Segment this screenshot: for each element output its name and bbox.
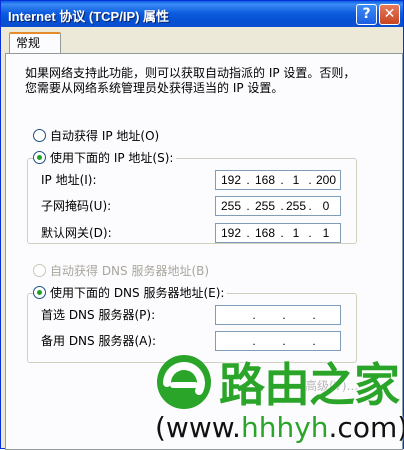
watermark-name: 路由之家 <box>219 358 400 412</box>
default-gateway-input[interactable]: 192. 168. 1. 1 <box>215 223 341 243</box>
dns-auto-radio[interactable] <box>33 264 46 277</box>
ip-address-octet-2: 168 <box>254 173 276 187</box>
default-gateway-label: 默认网关(D): <box>41 226 112 240</box>
subnet-mask-octet-3: 255 <box>285 199 307 213</box>
ip-manual-radio[interactable] <box>33 151 46 164</box>
subnet-mask-label: 子网掩码(U): <box>41 199 112 213</box>
subnet-mask-octet-1: 255 <box>220 199 242 213</box>
watermark-url: (www.hhhyh.com) <box>155 411 404 444</box>
ip-address-octet-4: 200 <box>315 173 337 187</box>
subnet-mask-octet-4: 0 <box>322 199 330 213</box>
close-button[interactable]: ✕ <box>379 4 400 25</box>
dns-manual-radio[interactable] <box>33 286 46 299</box>
octet-dot: . <box>252 308 256 322</box>
dns-manual-option[interactable]: 使用下面的 DNS 服务器地址(E): <box>33 285 228 301</box>
octet-dot: . <box>282 308 286 322</box>
subnet-mask-octet-2: 255 <box>254 199 276 213</box>
ip-address-input[interactable]: 192. 168. 1. 200 <box>215 170 341 190</box>
watermark-url-domain: hhhyh <box>240 411 329 444</box>
tcpip-properties-dialog: Internet 协议 (TCP/IP) 属性 ? ✕ 常规 如果网络支持此功能… <box>0 0 404 450</box>
help-button[interactable]: ? <box>356 4 377 25</box>
ip-auto-option[interactable]: 自动获得 IP 地址(O) <box>33 128 159 144</box>
ip-manual-option[interactable]: 使用下面的 IP 地址(S): <box>33 150 177 166</box>
ip-address-label: IP 地址(I): <box>41 173 97 187</box>
dns-auto-label: 自动获得 DNS 服务器地址(B) <box>50 264 210 278</box>
ip-address-octet-3: 1 <box>292 173 300 187</box>
watermark-url-suffix: .com) <box>328 411 404 444</box>
default-gateway-octet-4: 1 <box>322 226 330 240</box>
title-bar[interactable]: Internet 协议 (TCP/IP) 属性 ? ✕ <box>1 1 403 27</box>
ip-auto-radio[interactable] <box>33 129 46 142</box>
preferred-dns-input[interactable]: . . . <box>215 305 341 325</box>
default-gateway-octet-1: 192 <box>220 226 242 240</box>
preferred-dns-label: 首选 DNS 服务器(P): <box>41 308 156 322</box>
dns-manual-label: 使用下面的 DNS 服务器地址(E): <box>50 286 225 300</box>
ip-auto-label: 自动获得 IP 地址(O) <box>50 129 160 143</box>
watermark: 路由之家 (www.hhhyh.com) <box>149 343 404 450</box>
description-text: 如果网络支持此功能，则可以获取自动指派的 IP 设置。否则，您需要从网络系统管理… <box>25 66 356 95</box>
default-gateway-octet-2: 168 <box>254 226 276 240</box>
watermark-logo-icon <box>157 355 211 409</box>
default-gateway-octet-3: 1 <box>292 226 300 240</box>
tab-general[interactable]: 常规 <box>9 32 61 54</box>
subnet-mask-input[interactable]: 255. 255. 255. 0 <box>215 196 341 216</box>
octet-dot: . <box>312 308 316 322</box>
alternate-dns-label: 备用 DNS 服务器(A): <box>41 334 157 348</box>
dns-auto-option[interactable]: 自动获得 DNS 服务器地址(B) <box>33 263 209 279</box>
ip-address-octet-1: 192 <box>220 173 242 187</box>
window-title: Internet 协议 (TCP/IP) 属性 <box>8 9 170 24</box>
watermark-url-prefix: (www. <box>155 411 241 444</box>
ip-manual-label: 使用下面的 IP 地址(S): <box>50 151 174 165</box>
